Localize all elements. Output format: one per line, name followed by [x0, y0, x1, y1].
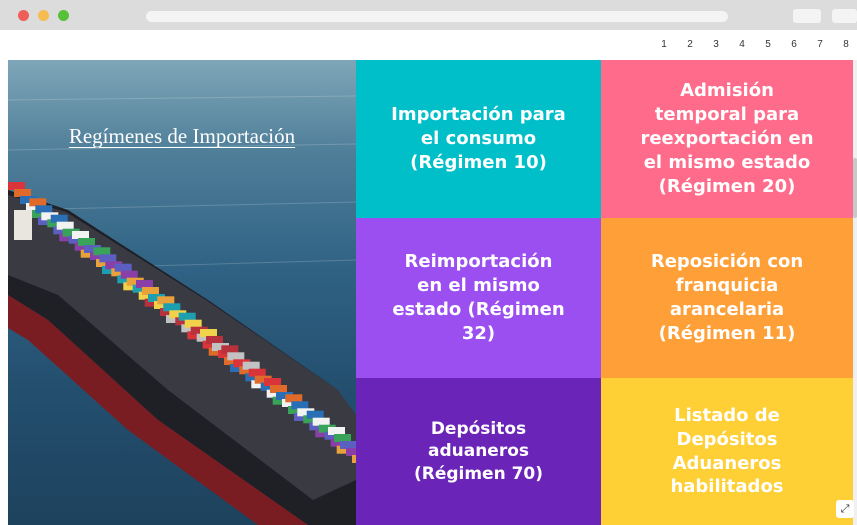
tile-reimportacion[interactable]: Reimportación en el mismo estado (Régime…	[356, 218, 601, 378]
page-list: 1 2 3 4 5 6 7 8	[651, 39, 857, 50]
page-link-1[interactable]: 1	[651, 39, 677, 50]
scrollbar-track[interactable]	[853, 60, 857, 525]
close-window-button[interactable]	[18, 10, 29, 21]
scrollbar-thumb[interactable]	[853, 158, 857, 218]
toolbar-button[interactable]	[832, 9, 857, 23]
container-block	[78, 238, 95, 246]
container-block	[163, 303, 181, 312]
container-block	[99, 254, 117, 263]
container-block	[35, 205, 53, 214]
container-block	[50, 214, 68, 223]
container-block	[29, 198, 47, 207]
tile-depositos-aduaneros[interactable]: Depósitos aduaneros (Régimen 70)	[356, 378, 601, 525]
container-block	[200, 329, 217, 337]
page-title-link[interactable]: Regímenes de Importación	[8, 124, 356, 149]
container-block	[221, 345, 239, 354]
container-block	[264, 378, 281, 386]
container-block	[8, 182, 25, 190]
minimize-window-button[interactable]	[38, 10, 49, 21]
container-block	[14, 189, 31, 197]
container-block	[56, 221, 74, 230]
tile-admision-temporal[interactable]: Admisión temporal para reexportación en …	[601, 60, 853, 218]
container-block	[328, 427, 345, 435]
address-bar[interactable]	[146, 11, 728, 22]
browser-chrome	[0, 0, 857, 30]
toolbar-button[interactable]	[793, 9, 821, 23]
container-block	[136, 280, 153, 288]
tile-importacion-consumo[interactable]: Importación para el consumo (Régimen 10)	[356, 60, 601, 218]
tile-label: Listado de Depósitos Aduaneros habilitad…	[670, 404, 784, 498]
container-block	[346, 448, 356, 456]
tile-label: Reposición con franquicia arancelaria (R…	[650, 251, 804, 344]
tile-label: Admisión temporal para reexportación en …	[640, 80, 814, 197]
container-block	[184, 319, 202, 328]
container-block	[157, 296, 175, 305]
container-block	[178, 312, 196, 321]
page-link-3[interactable]: 3	[703, 39, 729, 50]
container-block	[142, 287, 159, 295]
container-block	[120, 270, 138, 279]
container-block	[285, 394, 303, 403]
page-link-7[interactable]: 7	[807, 39, 833, 50]
tile-label: Depósitos aduaneros (Régimen 70)	[413, 418, 544, 484]
container-block	[270, 385, 287, 393]
tile-label: Importación para el consumo (Régimen 10)	[391, 104, 566, 173]
container-block	[312, 417, 330, 426]
tile-listado-depositos[interactable]: Listado de Depósitos Aduaneros habilitad…	[601, 378, 853, 525]
page-link-4[interactable]: 4	[729, 39, 755, 50]
container-block	[248, 368, 266, 377]
page-link-5[interactable]: 5	[755, 39, 781, 50]
maximize-window-button[interactable]	[58, 10, 69, 21]
pagination-bar: 1 2 3 4 5 6 7 8	[0, 30, 857, 60]
page-link-6[interactable]: 6	[781, 39, 807, 50]
container-block	[206, 336, 223, 344]
container-block	[306, 410, 324, 419]
container-block	[93, 247, 111, 256]
tile-reposicion-franquicia[interactable]: Reposición con franquicia arancelaria (R…	[601, 218, 853, 378]
page-link-2[interactable]: 2	[677, 39, 703, 50]
container-block	[334, 434, 351, 442]
container-block	[242, 361, 260, 370]
container-block	[72, 231, 89, 239]
container-block	[227, 352, 245, 361]
expand-icon[interactable]: ⤢	[836, 500, 854, 518]
hero-image-cargo-ship: Regímenes de Importación	[8, 60, 356, 525]
container-block	[291, 401, 309, 410]
tile-label: Reimportación en el mismo estado (Régime…	[392, 251, 565, 344]
page-link-8[interactable]: 8	[833, 39, 857, 50]
container-block	[114, 263, 132, 272]
container-block	[340, 441, 356, 449]
